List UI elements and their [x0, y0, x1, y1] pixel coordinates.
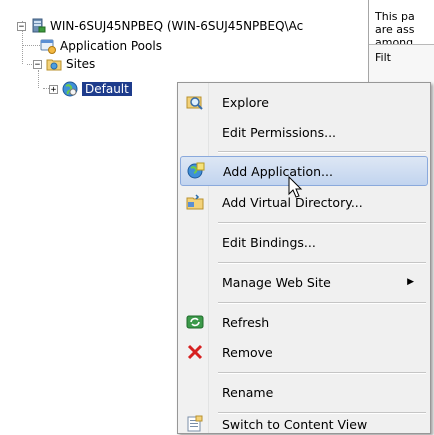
filter-label: Filt [375, 51, 391, 64]
menu-separator [218, 262, 426, 264]
menu-separator [218, 222, 426, 224]
mouse-cursor-icon [288, 176, 303, 198]
add-application-icon [186, 161, 206, 181]
default-site-label: Default [82, 82, 132, 96]
menu-item-label: Refresh [222, 314, 270, 330]
application-pools-icon [40, 38, 56, 54]
menu-item-icon-placeholder [185, 122, 205, 142]
menu-item-label: Add Application... [223, 163, 333, 179]
menu-item-explore[interactable]: Explore [180, 87, 428, 117]
expand-expander[interactable]: + [49, 84, 58, 94]
globe-icon [62, 81, 78, 97]
menu-item-refresh[interactable]: Refresh [180, 307, 428, 337]
menu-separator [218, 302, 426, 304]
menu-item-edit-permissions[interactable]: Edit Permissions... [180, 117, 428, 147]
menu-item-label: Explore [222, 94, 269, 110]
server-icon [30, 18, 46, 34]
menu-item-switch-to-content-view[interactable]: Switch to Content View [180, 413, 428, 435]
collapse-expander[interactable]: − [17, 21, 26, 31]
menu-item-icon-placeholder [185, 232, 205, 252]
menu-item-label: Edit Permissions... [222, 124, 337, 140]
submenu-arrow-icon: ▶ [407, 277, 414, 287]
menu-item-icon-placeholder [185, 382, 205, 402]
menu-item-label: Remove [222, 344, 273, 360]
menu-item-label: Manage Web Site [222, 274, 331, 290]
remove-icon [185, 342, 205, 362]
menu-item-edit-bindings[interactable]: Edit Bindings... [180, 227, 428, 257]
tree-connector [22, 45, 40, 46]
tree-node-default-web-site[interactable]: + Default [49, 80, 132, 98]
menu-item-icon-placeholder [185, 272, 205, 292]
refresh-icon [185, 312, 205, 332]
menu-item-label: Edit Bindings... [222, 234, 316, 250]
details-line: are ass [375, 23, 415, 36]
tree-node-server[interactable]: − WIN-6SUJ45NPBEQ (WIN-6SUJ45NPBEQ\Ac [17, 17, 303, 35]
menu-item-remove[interactable]: Remove [180, 337, 428, 367]
tree-node-application-pools[interactable]: Application Pools [40, 37, 162, 55]
details-line: This pa [375, 10, 415, 23]
menu-item-add-virtual-directory[interactable]: Add Virtual Directory... [180, 187, 428, 217]
explore-icon [185, 92, 205, 112]
menu-separator [218, 372, 426, 374]
menu-item-rename[interactable]: Rename [180, 377, 428, 407]
menu-separator [218, 151, 426, 153]
sites-folder-icon [46, 56, 62, 72]
menu-item-manage-web-site[interactable]: Manage Web Site ▶ [180, 267, 428, 297]
context-menu: Explore Edit Permissions... Add Applicat… [177, 82, 431, 434]
tree-node-sites[interactable]: − Sites [33, 55, 95, 73]
application-pools-label: Application Pools [60, 39, 162, 53]
collapse-expander[interactable]: − [33, 59, 42, 69]
menu-item-label: Switch to Content View [222, 416, 368, 432]
sites-label: Sites [66, 57, 96, 71]
content-view-icon [185, 414, 205, 434]
server-label: WIN-6SUJ45NPBEQ (WIN-6SUJ45NPBEQ\Ac [50, 19, 304, 33]
menu-item-add-application[interactable]: Add Application... [180, 156, 428, 186]
menu-item-label: Rename [222, 384, 274, 400]
add-virtual-directory-icon [185, 192, 205, 212]
